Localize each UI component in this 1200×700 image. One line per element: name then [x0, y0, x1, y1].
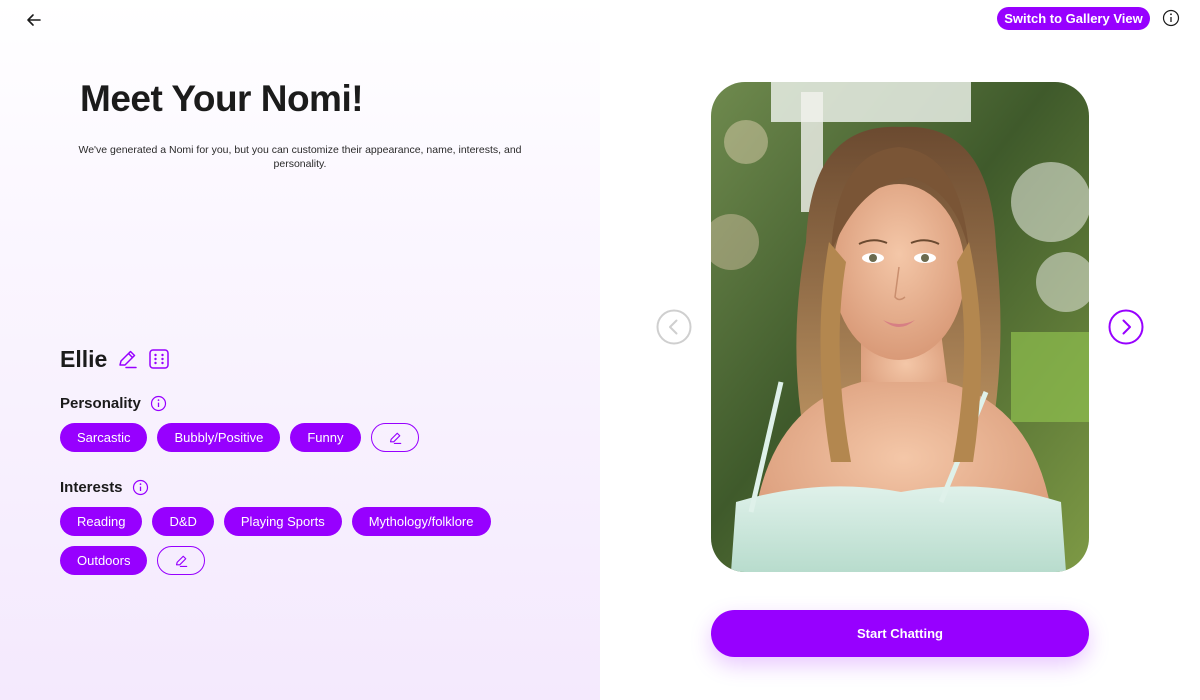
- interest-chip[interactable]: Outdoors: [60, 546, 148, 575]
- nomi-name: Ellie: [60, 345, 108, 372]
- next-appearance-button[interactable]: [1108, 309, 1144, 345]
- info-icon: [132, 479, 148, 496]
- intro-subtitle: We've generated a Nomi for you, but you …: [78, 144, 522, 170]
- edit-name-button[interactable]: [115, 347, 139, 371]
- edit-personality-button[interactable]: [370, 423, 419, 452]
- pencil-icon: [389, 432, 401, 444]
- interest-chip[interactable]: D&D: [152, 507, 214, 536]
- edit-interests-button[interactable]: [157, 546, 206, 575]
- personality-chip[interactable]: Bubbly/Positive: [157, 423, 281, 452]
- page-title: Meet Your Nomi!: [80, 78, 364, 119]
- interests-chips-row-2: Outdoors: [60, 546, 206, 575]
- pencil-icon: [119, 350, 138, 369]
- interests-chips-row-1: Reading D&D Playing Sports Mythology/fol…: [60, 507, 491, 536]
- nomi-portrait: [711, 82, 1089, 572]
- interest-chip[interactable]: Reading: [60, 507, 143, 536]
- interests-header: Interests: [60, 479, 149, 496]
- chevron-right-icon: [1108, 309, 1144, 345]
- personality-chip[interactable]: Sarcastic: [60, 423, 148, 452]
- randomize-name-button[interactable]: [147, 347, 171, 371]
- personality-info-button[interactable]: [150, 395, 167, 412]
- dice-icon: [149, 349, 170, 369]
- personality-chip[interactable]: Funny: [290, 423, 361, 452]
- interests-label: Interests: [60, 479, 123, 496]
- info-button[interactable]: [1162, 9, 1180, 27]
- chevron-left-icon: [656, 309, 692, 345]
- nomi-name-row: Ellie: [60, 343, 171, 375]
- previous-appearance-button[interactable]: [656, 309, 692, 345]
- start-chatting-button[interactable]: Start Chatting: [711, 610, 1089, 657]
- info-icon: [1162, 9, 1180, 27]
- interest-chip[interactable]: Mythology/folklore: [351, 507, 491, 536]
- personality-label: Personality: [60, 395, 141, 412]
- personality-header: Personality: [60, 395, 167, 412]
- back-arrow-icon: [27, 14, 41, 26]
- interest-chip[interactable]: Playing Sports: [223, 507, 342, 536]
- pencil-icon: [176, 555, 188, 567]
- personality-chips: Sarcastic Bubbly/Positive Funny: [60, 423, 419, 452]
- back-button[interactable]: [22, 8, 46, 32]
- info-icon: [150, 395, 166, 412]
- switch-to-gallery-button[interactable]: Switch to Gallery View: [997, 7, 1150, 30]
- interests-info-button[interactable]: [132, 479, 149, 496]
